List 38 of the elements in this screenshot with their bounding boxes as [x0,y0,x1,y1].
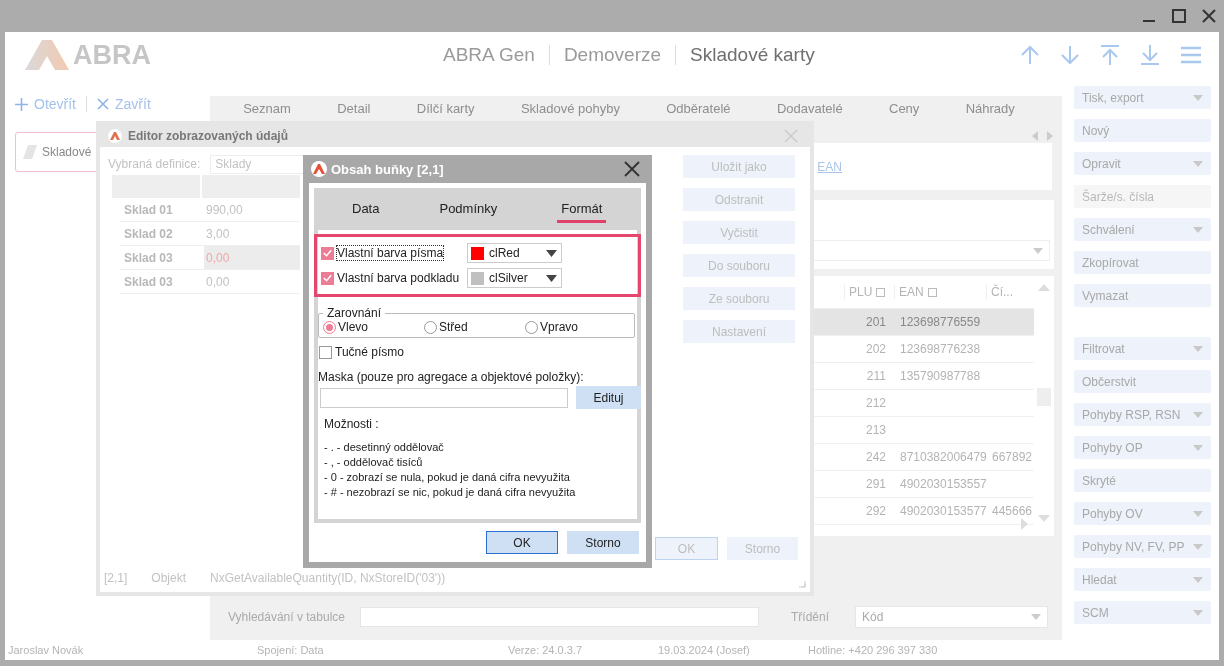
option-text: - # - nezobrazí se nic, pokud je daná cifra nevyužita [324,486,577,498]
status-text: Hotline: +420 296 397 330 [808,644,939,656]
table-cell-text: 667892 [991,450,1034,464]
definition-label: Vybraná definice: [108,157,201,171]
status-text: Spojení: Data [257,644,325,656]
table-cell-text: 291 [864,477,887,491]
table-cell-text: 123698776559 [899,315,982,329]
options-title: Možnosti : [324,417,380,431]
table-cell-text: 201 [864,315,887,329]
logo-text: ABRA [73,39,151,71]
table-cell-text: 4902030153557 [899,477,986,491]
status-text: [2,1] [104,571,128,585]
option-text: - . - desetinný oddělovač [324,441,445,453]
mask-label: Maska (pouze pro agregace a objektové položky): [318,370,585,384]
table-cell-text: 292 [864,504,887,518]
table-cell-text: 135790987788 [899,369,982,383]
table-cell-text: 202 [864,342,887,356]
table-cell-text: 4902030153577 [899,504,986,518]
option-text: - , - oddělovač tisíců [324,456,424,468]
status-text: NxGetAvailableQuantity(ID, NxStoreID('03')) [210,571,446,585]
table-cell-text: 212 [864,396,887,410]
search-label: Vyhledávání v tabulce [228,610,346,624]
sort-label: Třídění [791,610,830,624]
option-text: - 0 - zobrazí se nula, pokud je daná cifra nevyužita [324,471,571,483]
dialog-title: Editor zobrazovaných údajů [128,129,289,143]
status-text: 19.03.2024 (Josef) [658,644,751,656]
table-cell-text: 242 [864,450,887,464]
status-text: Verze: 24.0.3.7 [508,644,583,656]
table-cell-text: 123698776238 [899,342,982,356]
table-cell-text: 211 [865,369,887,383]
table-cell-text: 8710382006479 [899,450,986,464]
table-cell-text: 213 [864,423,887,437]
dialog-title: Obsah buňky [2,1] [331,161,444,177]
table-cell-text: 445666 [991,504,1034,518]
status-text: Objekt [151,571,187,585]
group-label: Zarovnání [326,306,383,320]
status-text: Jaroslav Novák [8,644,85,656]
card-label: Skladové [42,145,92,159]
